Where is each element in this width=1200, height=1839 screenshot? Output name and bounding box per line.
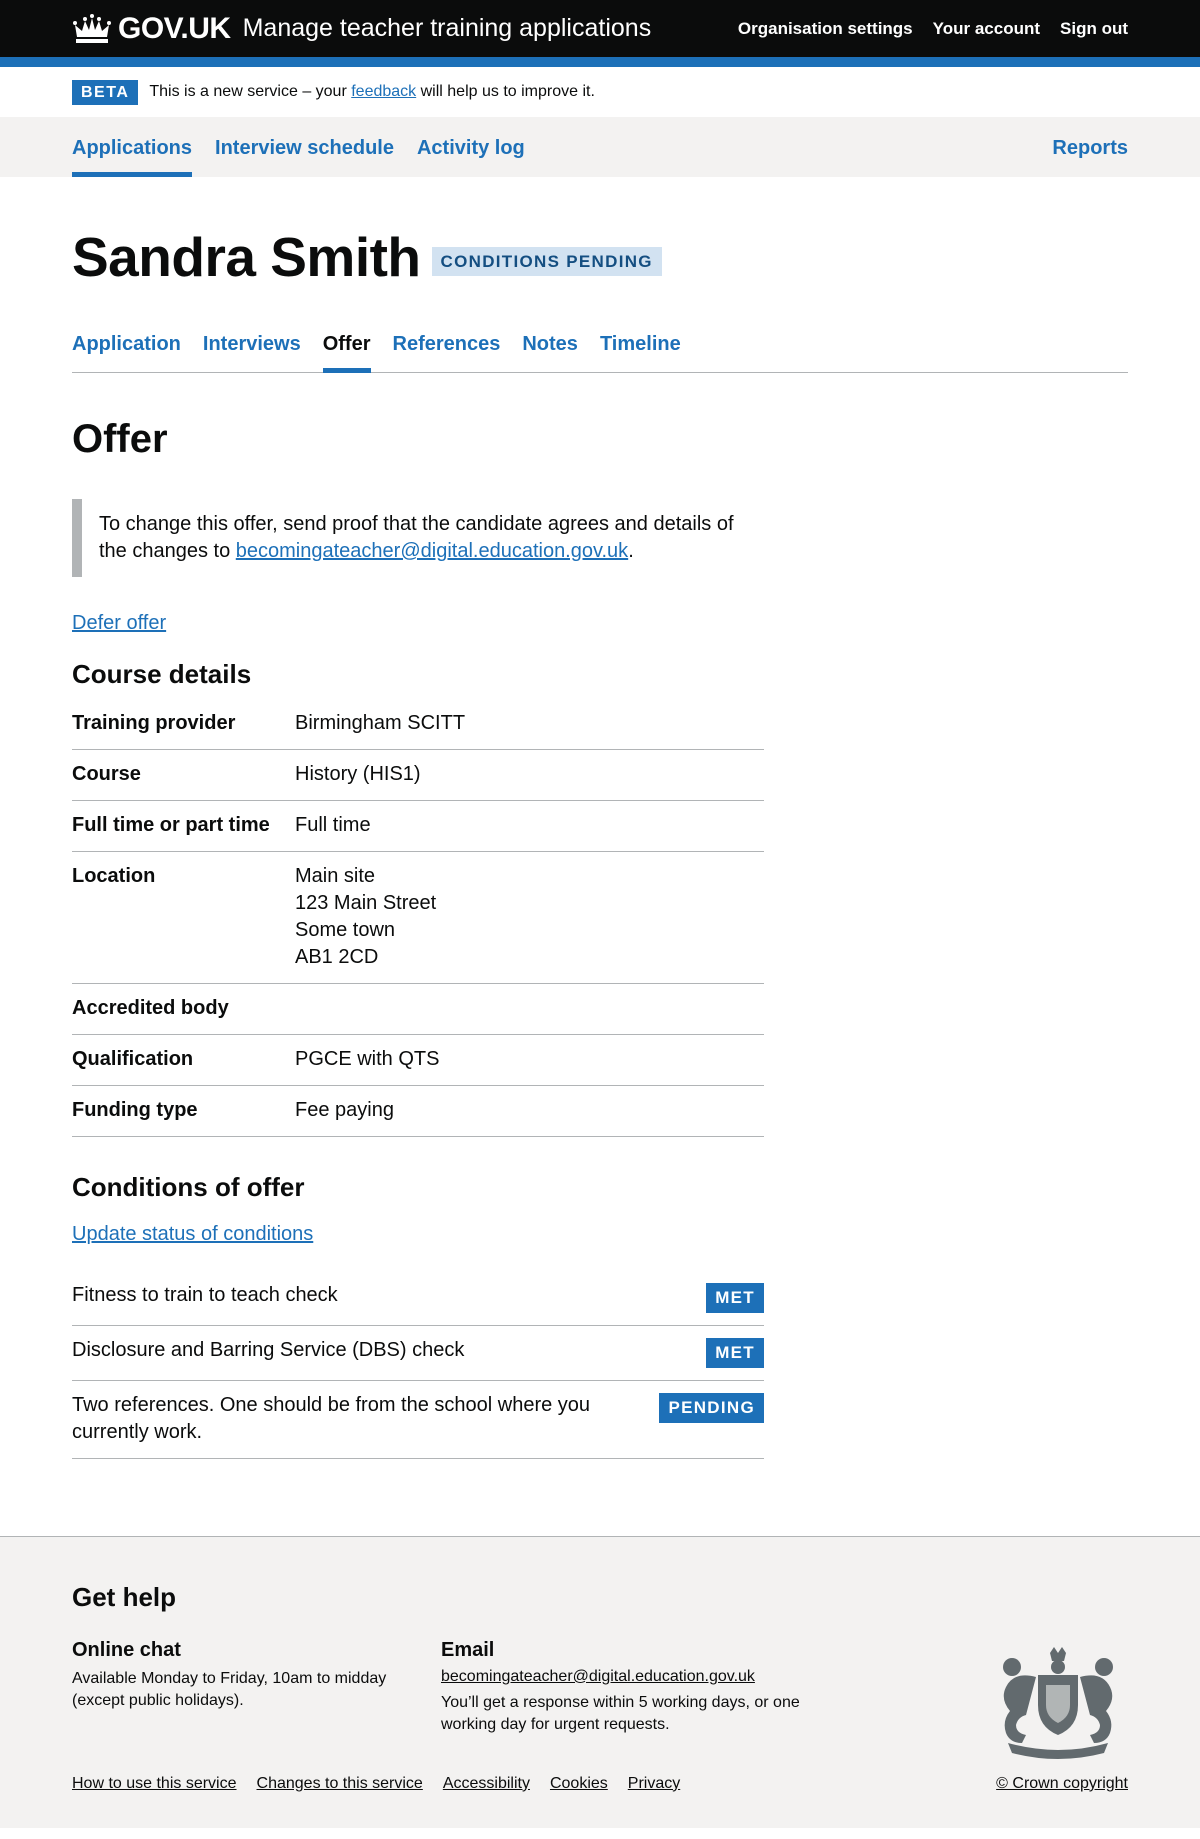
footer-link-accessibility[interactable]: Accessibility	[443, 1775, 530, 1793]
summary-key: Funding type	[72, 1099, 198, 1121]
nav-activity-log[interactable]: Activity log	[417, 117, 525, 177]
condition-text: Fitness to train to teach check	[72, 1284, 338, 1306]
footer-link-changes[interactable]: Changes to this service	[257, 1775, 423, 1793]
summary-row: Full time or part time Full time	[72, 801, 764, 852]
conditions-heading: Conditions of offer	[72, 1172, 305, 1202]
tab-timeline[interactable]: Timeline	[600, 320, 681, 372]
summary-key: Location	[72, 865, 156, 887]
summary-row: Funding type Fee paying	[72, 1086, 764, 1137]
crown-copyright-link[interactable]: © Crown copyright	[996, 1775, 1128, 1793]
nav-applications[interactable]: Applications	[72, 117, 193, 177]
main-content: Sandra Smith CONDITIONS PENDING Applicat…	[0, 177, 1200, 1536]
footer-link-privacy[interactable]: Privacy	[628, 1775, 680, 1793]
condition-text: Two references. One should be from the s…	[72, 1393, 591, 1443]
condition-text: Disclosure and Barring Service (DBS) che…	[72, 1338, 465, 1361]
condition-row: Disclosure and Barring Service (DBS) che…	[72, 1326, 764, 1381]
condition-status-badge: MET	[706, 1283, 764, 1313]
candidate-heading: Sandra Smith CONDITIONS PENDING	[72, 230, 1128, 285]
candidate-name: Sandra Smith	[72, 226, 421, 288]
summary-row: Location Main site 123 Main Street Some …	[72, 852, 764, 984]
service-name[interactable]: Manage teacher training applications	[243, 14, 652, 43]
beta-text-after: will help us to improve it.	[416, 83, 595, 100]
summary-key: Course	[72, 763, 141, 785]
tab-interviews[interactable]: Interviews	[203, 320, 301, 372]
beta-text: This is a new service – your feedback wi…	[149, 83, 595, 101]
header-nav: Organisation settings Your account Sign …	[738, 19, 1128, 39]
summary-key: Training provider	[72, 712, 236, 734]
summary-value: History (HIS1)	[295, 763, 421, 785]
online-chat-column: Online chat Available Monday to Friday, …	[72, 1639, 441, 1737]
crown-icon	[73, 13, 111, 43]
summary-key: Qualification	[72, 1048, 194, 1070]
condition-status-badge: PENDING	[659, 1392, 764, 1423]
summary-row: Course History (HIS1)	[72, 750, 764, 801]
nav-interview-schedule[interactable]: Interview schedule	[215, 117, 394, 177]
tab-references[interactable]: References	[393, 320, 501, 372]
online-chat-text: Available Monday to Friday, 10am to midd…	[72, 1669, 387, 1710]
site-header: GOV.UK Manage teacher training applicati…	[0, 0, 1200, 67]
summary-row: Qualification PGCE with QTS	[72, 1035, 764, 1086]
summary-key: Full time or part time	[72, 814, 270, 836]
application-sub-nav: Application Interviews Offer References …	[72, 320, 1128, 373]
beta-tag: BETA	[72, 79, 139, 105]
email-heading: Email	[441, 1638, 495, 1661]
beta-banner: BETA This is a new service – your feedba…	[0, 67, 1200, 117]
summary-row: Training provider Birmingham SCITT	[72, 704, 764, 750]
beta-text-before: This is a new service – your	[149, 83, 352, 100]
summary-value: PGCE with QTS	[295, 1048, 440, 1070]
govuk-logo-link[interactable]: GOV.UK	[72, 12, 231, 46]
condition-row: Fitness to train to teach check MET	[72, 1271, 764, 1326]
email-column: Email becomingateacher@digital.education…	[441, 1639, 810, 1737]
email-response-text: You’ll get a response within 5 working d…	[441, 1693, 800, 1734]
change-offer-inset: To change this offer, send proof that th…	[72, 499, 764, 577]
organisation-settings-link[interactable]: Organisation settings	[738, 19, 913, 39]
condition-row: Two references. One should be from the s…	[72, 1381, 764, 1459]
summary-value: Fee paying	[295, 1099, 394, 1121]
nav-reports[interactable]: Reports	[1052, 117, 1128, 177]
status-badge: CONDITIONS PENDING	[431, 247, 662, 276]
update-conditions-link[interactable]: Update status of conditions	[72, 1223, 313, 1246]
tab-application[interactable]: Application	[72, 320, 181, 372]
summary-value: Full time	[295, 814, 371, 836]
tab-offer[interactable]: Offer	[322, 320, 371, 373]
royal-coat-of-arms-icon	[1003, 1646, 1113, 1759]
help-columns: Online chat Available Monday to Friday, …	[72, 1639, 1128, 1759]
footer-link-how-to-use[interactable]: How to use this service	[72, 1775, 237, 1793]
site-footer: Get help Online chat Available Monday to…	[0, 1535, 1200, 1828]
feedback-link[interactable]: feedback	[351, 83, 416, 100]
footer-links: How to use this service Changes to this …	[72, 1775, 1128, 1793]
footer-link-cookies[interactable]: Cookies	[550, 1775, 608, 1793]
inset-email-link[interactable]: becomingateacher@digital.education.gov.u…	[236, 540, 628, 562]
get-help-heading: Get help	[72, 1581, 177, 1612]
summary-value: Birmingham SCITT	[295, 712, 466, 734]
course-details-heading: Course details	[72, 659, 252, 689]
your-account-link[interactable]: Your account	[933, 19, 1040, 39]
support-email-link[interactable]: becomingateacher@digital.education.gov.u…	[441, 1668, 755, 1685]
offer-heading: Offer	[72, 417, 168, 461]
online-chat-heading: Online chat	[72, 1638, 181, 1661]
condition-status-badge: MET	[706, 1337, 764, 1368]
inset-text-after: .	[628, 540, 634, 562]
defer-offer-link[interactable]: Defer offer	[72, 612, 166, 635]
summary-value: Main site 123 Main Street Some town AB1 …	[295, 865, 437, 968]
primary-nav: Applications Interview schedule Activity…	[0, 117, 1200, 177]
govuk-logo-text: GOV.UK	[118, 11, 231, 45]
sign-out-link[interactable]: Sign out	[1060, 19, 1128, 39]
summary-row: Accredited body	[72, 984, 764, 1035]
summary-key: Accredited body	[72, 997, 229, 1019]
tab-notes[interactable]: Notes	[522, 320, 578, 372]
conditions-list: Fitness to train to teach check MET Disc…	[72, 1271, 764, 1459]
course-details-list: Training provider Birmingham SCITT Cours…	[72, 704, 764, 1137]
